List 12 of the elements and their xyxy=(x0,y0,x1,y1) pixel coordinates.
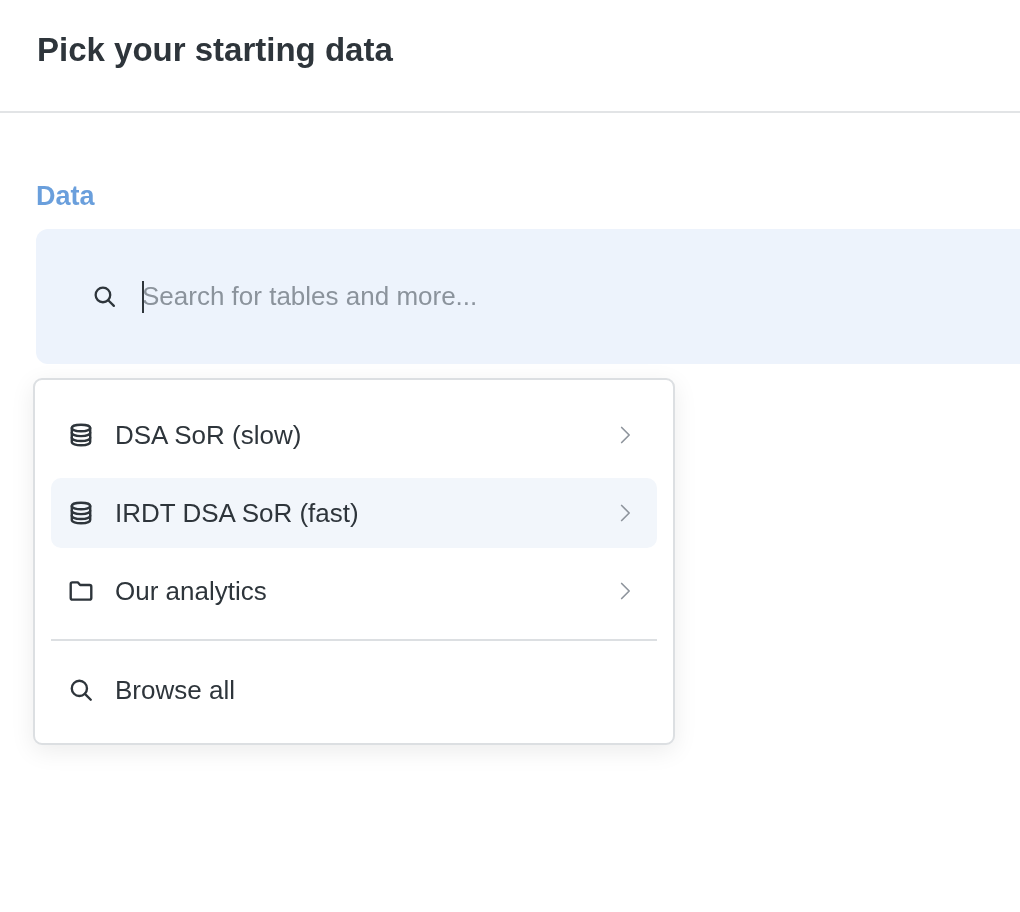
section-label: Data xyxy=(36,180,95,212)
page-title: Pick your starting data xyxy=(37,29,393,70)
database-icon xyxy=(68,422,94,448)
search-icon xyxy=(68,677,94,703)
menu-item[interactable]: IRDT DSA SoR (fast) xyxy=(51,478,657,548)
search-icon xyxy=(92,284,117,309)
menu-item[interactable]: Our analytics xyxy=(51,556,657,626)
search-field[interactable]: Search for tables and more... xyxy=(36,229,1020,364)
menu-item[interactable]: DSA SoR (slow) xyxy=(51,400,657,470)
database-icon xyxy=(68,500,94,526)
menu-item[interactable]: Browse all xyxy=(51,655,657,725)
folder-icon xyxy=(68,578,94,604)
